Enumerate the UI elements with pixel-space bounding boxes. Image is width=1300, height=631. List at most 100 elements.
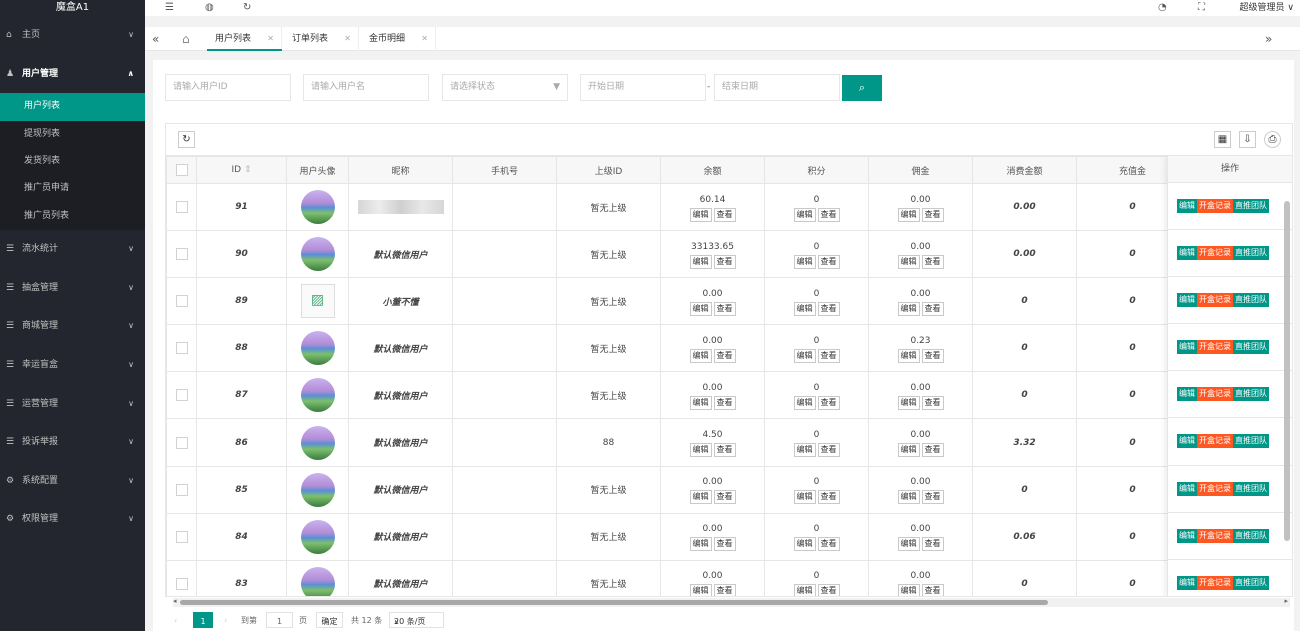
- next-page-icon[interactable]: ›: [224, 612, 227, 630]
- tab-scroll-left-icon[interactable]: «: [152, 27, 159, 51]
- edit-user-button[interactable]: 编辑: [1177, 434, 1197, 449]
- fullscreen-icon[interactable]: ⛶: [1198, 0, 1205, 16]
- direct-team-button[interactable]: 直推团队: [1233, 199, 1269, 213]
- user-menu[interactable]: 超级管理员 ∨: [1240, 0, 1294, 16]
- view-button[interactable]: 查看: [713, 584, 736, 596]
- scroll-left-arrow-icon[interactable]: ◂: [173, 597, 177, 605]
- horizontal-scrollbar[interactable]: ◂ ▸: [173, 597, 1290, 607]
- row-checkbox[interactable]: [175, 577, 188, 590]
- edit-button[interactable]: 编辑: [689, 490, 712, 505]
- status-select[interactable]: 请选择状态 ▼: [442, 74, 568, 101]
- view-button[interactable]: 查看: [817, 584, 840, 596]
- edit-button[interactable]: 编辑: [689, 207, 712, 222]
- page-size-select[interactable]: 20 条/页 ∨: [389, 612, 444, 628]
- view-button[interactable]: 查看: [713, 254, 736, 269]
- box-records-button[interactable]: 开盒记录: [1197, 528, 1233, 543]
- view-button[interactable]: 查看: [921, 254, 944, 269]
- view-button[interactable]: 查看: [713, 207, 736, 222]
- edit-button[interactable]: 编辑: [689, 537, 712, 552]
- row-checkbox[interactable]: [175, 389, 188, 402]
- edit-button[interactable]: 编辑: [793, 301, 816, 316]
- view-button[interactable]: 查看: [713, 348, 736, 363]
- submenu-item[interactable]: 推广员列表: [0, 203, 145, 230]
- sidebar-item[interactable]: ☰ 投诉举报 ∨: [0, 423, 145, 462]
- sidebar-item[interactable]: ☰ 幸运盲盒 ∨: [0, 346, 145, 385]
- view-button[interactable]: 查看: [921, 443, 944, 458]
- tab-order-list[interactable]: 订单列表 ✕: [284, 27, 359, 51]
- tab-scroll-right-icon[interactable]: »: [1265, 27, 1272, 51]
- goto-confirm-button[interactable]: 确定: [316, 612, 343, 628]
- export-icon[interactable]: ⇩: [1239, 131, 1256, 148]
- edit-button[interactable]: 编辑: [689, 254, 712, 269]
- close-icon[interactable]: ✕: [267, 27, 274, 51]
- edit-button[interactable]: 编辑: [689, 584, 712, 596]
- direct-team-button[interactable]: 直推团队: [1233, 293, 1269, 308]
- print-icon[interactable]: ⎙: [1264, 131, 1281, 148]
- edit-button[interactable]: 编辑: [793, 537, 816, 552]
- box-records-button[interactable]: 开盒记录: [1197, 481, 1233, 496]
- direct-team-button[interactable]: 直推团队: [1233, 340, 1269, 355]
- sidebar-item[interactable]: ☰ 流水统计 ∨: [0, 230, 145, 269]
- edit-button[interactable]: 编辑: [897, 537, 920, 552]
- refresh-icon[interactable]: ↻: [243, 0, 251, 16]
- close-icon[interactable]: ✕: [421, 27, 428, 51]
- edit-button[interactable]: 编辑: [897, 207, 920, 222]
- view-button[interactable]: 查看: [817, 395, 840, 410]
- direct-team-button[interactable]: 直推团队: [1233, 528, 1269, 543]
- view-button[interactable]: 查看: [921, 537, 944, 552]
- sidebar-item[interactable]: ⚙ 权限管理 ∨: [0, 500, 145, 539]
- edit-user-button[interactable]: 编辑: [1177, 340, 1197, 355]
- box-records-button[interactable]: 开盒记录: [1197, 293, 1233, 308]
- edit-user-button[interactable]: 编辑: [1177, 199, 1197, 213]
- goto-page-input[interactable]: 1: [266, 612, 293, 628]
- view-button[interactable]: 查看: [921, 584, 944, 596]
- view-button[interactable]: 查看: [817, 301, 840, 316]
- vertical-scrollbar[interactable]: [1284, 201, 1290, 541]
- close-icon[interactable]: ✕: [344, 27, 351, 51]
- direct-team-button[interactable]: 直推团队: [1233, 434, 1269, 449]
- edit-button[interactable]: 编辑: [897, 490, 920, 505]
- view-button[interactable]: 查看: [817, 348, 840, 363]
- edit-button[interactable]: 编辑: [897, 348, 920, 363]
- submenu-item[interactable]: 推广员申请: [0, 175, 145, 202]
- view-button[interactable]: 查看: [713, 537, 736, 552]
- user-id-input[interactable]: 请输入用户ID: [165, 74, 291, 101]
- sidebar-item[interactable]: ☰ 运营管理 ∨: [0, 385, 145, 424]
- submenu-item[interactable]: 用户列表: [0, 93, 145, 121]
- header-id[interactable]: ID ⇕: [196, 156, 287, 184]
- box-records-button[interactable]: 开盒记录: [1197, 434, 1233, 449]
- edit-button[interactable]: 编辑: [689, 301, 712, 316]
- horizontal-scroll-thumb[interactable]: [180, 600, 1048, 605]
- view-button[interactable]: 查看: [921, 301, 944, 316]
- view-button[interactable]: 查看: [817, 254, 840, 269]
- submenu-item[interactable]: 发货列表: [0, 148, 145, 175]
- columns-filter-icon[interactable]: ▦: [1214, 131, 1231, 148]
- direct-team-button[interactable]: 直推团队: [1233, 481, 1269, 496]
- refresh-table-icon[interactable]: ↻: [178, 131, 195, 148]
- view-button[interactable]: 查看: [921, 395, 944, 410]
- sidebar-item[interactable]: ☰ 抽盒管理 ∨: [0, 269, 145, 308]
- view-button[interactable]: 查看: [713, 443, 736, 458]
- edit-button[interactable]: 编辑: [793, 254, 816, 269]
- view-button[interactable]: 查看: [817, 490, 840, 505]
- sidebar-item[interactable]: ⚙ 系统配置 ∨: [0, 462, 145, 501]
- view-button[interactable]: 查看: [921, 207, 944, 222]
- box-records-button[interactable]: 开盒记录: [1197, 387, 1233, 402]
- edit-user-button[interactable]: 编辑: [1177, 293, 1197, 308]
- row-checkbox[interactable]: [175, 201, 188, 214]
- edit-button[interactable]: 编辑: [793, 348, 816, 363]
- edit-button[interactable]: 编辑: [793, 207, 816, 222]
- row-checkbox[interactable]: [175, 342, 188, 355]
- start-date-input[interactable]: 开始日期: [580, 74, 706, 101]
- select-all-checkbox[interactable]: [175, 164, 188, 176]
- edit-button[interactable]: 编辑: [689, 348, 712, 363]
- table-row[interactable]: 90 默认微信用户 暂无上级 33133.65 编辑 查看 0 编辑 查看 0.00 编辑 查看 0.0…: [166, 230, 1189, 279]
- scroll-right-arrow-icon[interactable]: ▸: [1284, 597, 1288, 605]
- table-row[interactable]: 89 ▨ 小董不懂 暂无上级 0.00 编辑 查看 0 编辑 查看 0.00 编辑 查看 0 0: [166, 277, 1189, 326]
- edit-user-button[interactable]: 编辑: [1177, 575, 1197, 590]
- edit-button[interactable]: 编辑: [689, 443, 712, 458]
- view-button[interactable]: 查看: [817, 537, 840, 552]
- edit-button[interactable]: 编辑: [897, 301, 920, 316]
- sidebar-item[interactable]: ⌂ 主页 ∨: [0, 16, 145, 55]
- view-button[interactable]: 查看: [713, 395, 736, 410]
